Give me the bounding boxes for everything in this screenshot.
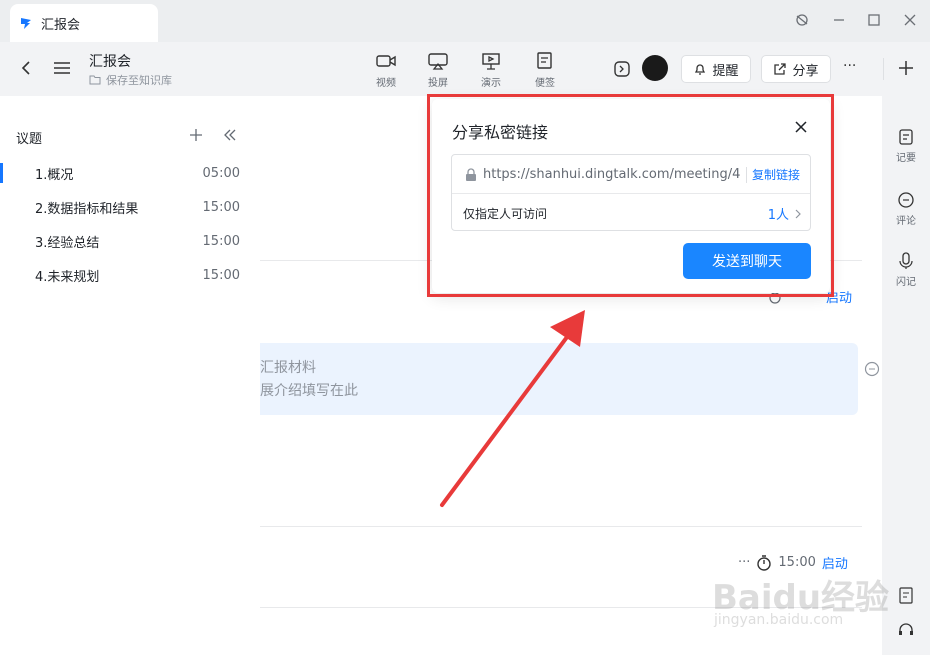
share-icon bbox=[774, 63, 787, 75]
agenda-item[interactable]: 4.未来规划 15:00 bbox=[0, 258, 260, 292]
note-icon bbox=[537, 52, 552, 69]
maximize-icon[interactable] bbox=[864, 10, 884, 30]
stopwatch-icon bbox=[757, 554, 772, 571]
minimize-icon[interactable] bbox=[829, 10, 849, 30]
avatar[interactable] bbox=[642, 55, 668, 81]
right-sidebar bbox=[882, 96, 930, 655]
sidebar-item-comments[interactable]: 评论 bbox=[882, 191, 930, 227]
sidebar-item-label: 评论 bbox=[896, 216, 916, 227]
tool-present-label: 演示 bbox=[481, 78, 501, 89]
tool-video-label: 视频 bbox=[376, 78, 396, 89]
agenda-item-duration: 05:00 bbox=[202, 165, 240, 181]
remind-label: 提醒 bbox=[712, 63, 739, 79]
tool-screencast-label: 投屏 bbox=[428, 78, 448, 89]
comment-icon bbox=[898, 192, 914, 208]
microphone-icon bbox=[899, 252, 913, 269]
minutes-icon bbox=[899, 129, 913, 145]
screencast-icon bbox=[428, 53, 448, 70]
add-agenda-icon[interactable] bbox=[188, 127, 204, 143]
sidebar-item-label: 记要 bbox=[896, 153, 916, 164]
tool-video[interactable]: 视频 bbox=[366, 52, 406, 89]
timer-value: 15:00 bbox=[778, 555, 816, 570]
close-window-icon[interactable] bbox=[900, 10, 920, 30]
tab-title: 汇报会 bbox=[41, 17, 81, 33]
feedback-icon[interactable] bbox=[896, 586, 916, 606]
more-button[interactable]: ··· bbox=[843, 58, 856, 74]
watermark-url: jingyan.baidu.com bbox=[714, 612, 844, 628]
agenda-item[interactable]: 1.概况 05:00 bbox=[0, 156, 260, 190]
annotation-arrow bbox=[440, 310, 585, 507]
share-label: 分享 bbox=[792, 63, 819, 79]
present-icon bbox=[482, 53, 500, 70]
agenda-heading: 议题 bbox=[16, 132, 43, 147]
sidebar-item-flash-notes[interactable]: 闪记 bbox=[882, 252, 930, 288]
tool-screencast[interactable]: 投屏 bbox=[418, 52, 458, 89]
dingtalk-logo-icon bbox=[21, 18, 31, 29]
back-icon[interactable] bbox=[16, 58, 36, 78]
agenda-item-label: 4.未来规划 bbox=[35, 269, 100, 285]
divider bbox=[260, 526, 862, 527]
window-tab[interactable]: 汇报会 bbox=[10, 4, 158, 42]
divider bbox=[883, 58, 884, 80]
agenda-item-duration: 15:00 bbox=[202, 233, 240, 249]
folder-icon bbox=[89, 75, 101, 85]
collapse-icon[interactable] bbox=[222, 127, 238, 143]
agenda-item[interactable]: 3.经验总结 15:00 bbox=[0, 224, 260, 258]
add-icon[interactable] bbox=[896, 58, 916, 78]
tool-note[interactable]: 便签 bbox=[525, 52, 565, 89]
comment-bubble-icon[interactable] bbox=[863, 360, 881, 378]
page-title: 汇报会 bbox=[89, 54, 131, 70]
bell-icon bbox=[695, 64, 706, 75]
agenda-item-label: 2.数据指标和结果 bbox=[35, 201, 139, 217]
menu-icon[interactable] bbox=[52, 58, 72, 78]
video-icon bbox=[376, 55, 396, 67]
save-to-knowledge-label: 保存至知识库 bbox=[106, 74, 172, 87]
tool-present[interactable]: 演示 bbox=[471, 52, 511, 89]
sync-icon[interactable] bbox=[612, 59, 632, 79]
remind-button[interactable]: 提醒 bbox=[681, 55, 751, 83]
agenda-item[interactable]: 2.数据指标和结果 15:00 bbox=[0, 190, 260, 224]
save-to-knowledge-link[interactable]: 保存至知识库 bbox=[89, 72, 172, 88]
tool-note-label: 便签 bbox=[535, 78, 555, 89]
sidebar-item-label: 闪记 bbox=[896, 277, 916, 288]
sidebar-item-minutes[interactable]: 记要 bbox=[882, 128, 930, 164]
agenda-item-duration: 15:00 bbox=[202, 199, 240, 215]
highlight-box bbox=[427, 94, 834, 297]
share-button[interactable]: 分享 bbox=[761, 55, 831, 83]
agenda-item-label: 1.概况 bbox=[35, 167, 74, 183]
refresh-icon[interactable] bbox=[792, 10, 812, 30]
more-options[interactable]: ··· bbox=[738, 555, 750, 570]
agenda-item-duration: 15:00 bbox=[202, 267, 240, 283]
agenda-item-label: 3.经验总结 bbox=[35, 235, 100, 251]
headset-icon[interactable] bbox=[896, 620, 916, 640]
